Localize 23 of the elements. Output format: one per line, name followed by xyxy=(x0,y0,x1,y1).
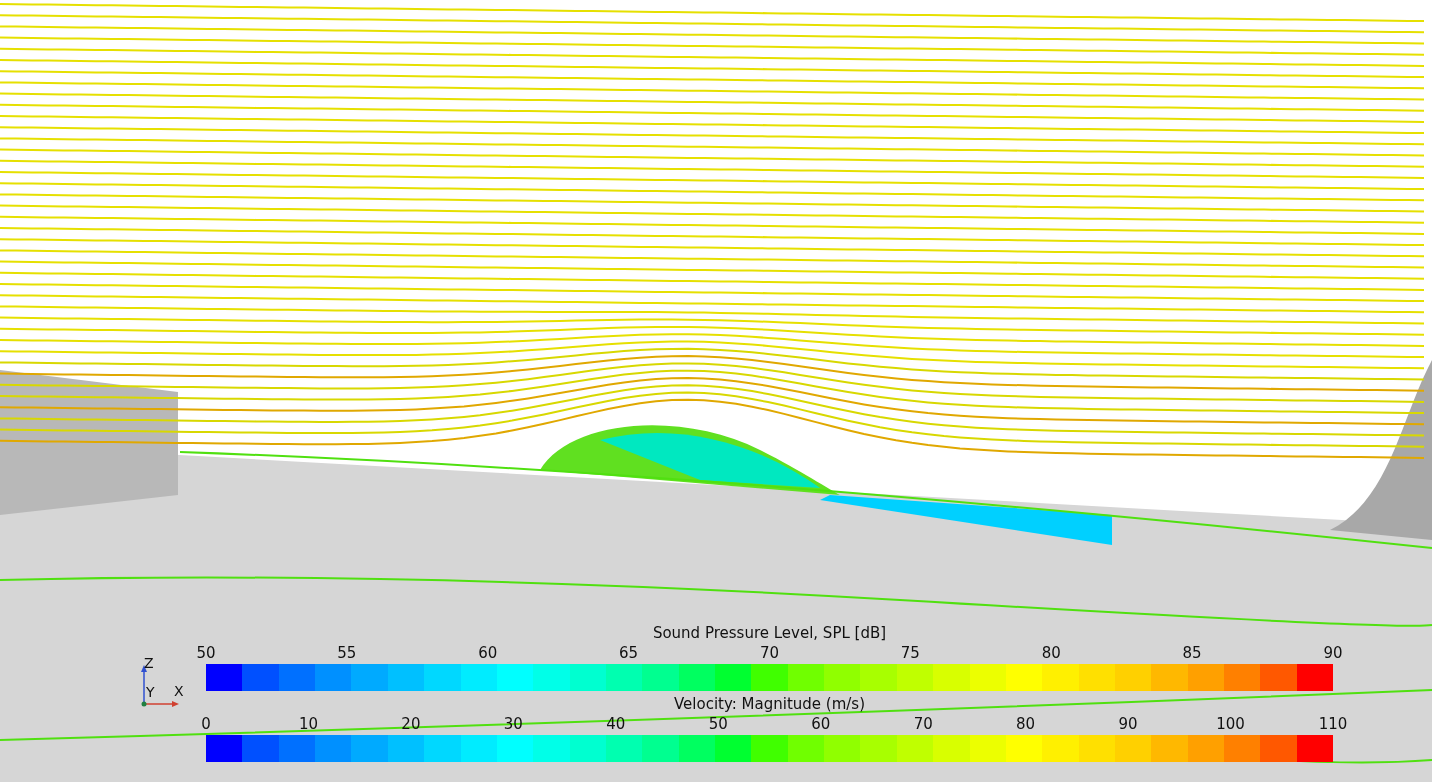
legend-title: Sound Pressure Level, SPL [dB] xyxy=(651,624,888,642)
legend-tick-label: 60 xyxy=(478,644,498,662)
x-axis-label: X xyxy=(174,684,184,698)
legend-tick-label: 60 xyxy=(811,715,831,733)
y-axis-label: Y xyxy=(146,685,155,699)
legend-tick-label: 90 xyxy=(1323,644,1343,662)
legend-tick-label: 70 xyxy=(913,715,933,733)
legend-tick-label: 110 xyxy=(1318,715,1348,733)
legend-tick-label: 65 xyxy=(619,644,639,662)
legend-tick-label: 75 xyxy=(900,644,920,662)
legend-tick-label: 80 xyxy=(1041,644,1061,662)
legend-tick-label: 50 xyxy=(708,715,728,733)
legend-tick-label: 90 xyxy=(1118,715,1138,733)
legend-tick-label: 80 xyxy=(1016,715,1036,733)
legend-tick-label: 100 xyxy=(1216,715,1245,733)
legend-tick-label: 50 xyxy=(196,644,216,662)
legend-tick-label: 0 xyxy=(201,715,211,733)
legend-tick-label: 70 xyxy=(759,644,780,662)
legend-title: Velocity: Magnitude (m/s) xyxy=(673,695,866,713)
legend-tick-label: 55 xyxy=(337,644,357,662)
legend-tick-label: 10 xyxy=(298,715,318,733)
z-axis-label: Z xyxy=(144,656,154,670)
legend-tick-label: 85 xyxy=(1182,644,1202,662)
